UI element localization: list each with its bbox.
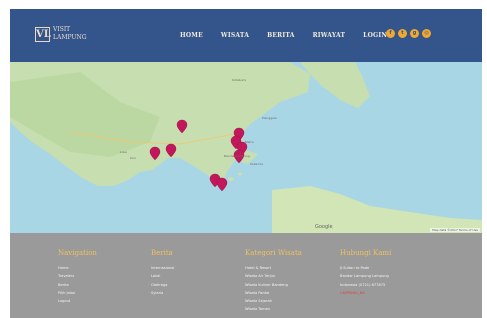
footer-column-berita: Berita Internasional Lokal Olahraga Syia…: [151, 249, 174, 297]
social-links: f t g ◎: [386, 29, 434, 38]
map-label: Metro: [245, 140, 254, 144]
logo-text: VISIT LAMPUNG: [53, 26, 95, 42]
map-label: Kalianda: [250, 162, 263, 166]
map-brand-logo[interactable]: Google: [315, 224, 333, 230]
footer-column-kategori: Kategori Wisata Hotel & Resort Wisata Ai…: [245, 249, 302, 314]
site-footer: Navigation Home Travelers Berita Pilih J…: [10, 233, 482, 318]
nav-riwayat[interactable]: RIWAYAT: [313, 32, 346, 39]
footer-link[interactable]: Logout: [58, 297, 97, 305]
footer-link[interactable]: Wisata Air Terjun: [245, 272, 302, 280]
footer-link[interactable]: Olahraga: [151, 281, 174, 289]
contact-link[interactable]: LAMPUNG_BA: [340, 289, 391, 297]
site-logo[interactable]: VL VISIT LAMPUNG: [35, 26, 95, 46]
footer-link[interactable]: Home: [58, 264, 97, 272]
footer-link[interactable]: Wisata Kuliner Bandeng: [245, 281, 302, 289]
nav-berita[interactable]: BERITA: [267, 32, 294, 39]
map-label: Kotabumi: [232, 78, 247, 82]
footer-column-title: Hubungi Kami: [340, 249, 392, 257]
map-canvas: [10, 62, 482, 233]
footer-column-title: Kategori Wisata: [245, 249, 302, 257]
map-attribution[interactable]: Map data ©2017 Terms of Use: [430, 228, 480, 232]
google-plus-icon[interactable]: g: [410, 29, 419, 38]
footer-column-title: Navigation: [58, 249, 97, 257]
landmass-java: [272, 186, 482, 233]
map-label: Bandar Lampung: [224, 154, 250, 158]
map-label: Krui: [130, 156, 136, 160]
footer-link[interactable]: Syiaria: [151, 289, 174, 297]
footer-link[interactable]: Wisata Taman: [245, 305, 302, 313]
footer-link[interactable]: Berita: [58, 281, 97, 289]
map-label: Menggala: [262, 116, 277, 120]
twitter-icon[interactable]: t: [398, 29, 407, 38]
footer-column-contact: Hubungi Kami Jl.Sultan to Pade Bandar La…: [340, 249, 391, 297]
instagram-icon[interactable]: ◎: [422, 29, 431, 38]
site-header: VL VISIT LAMPUNG HOME WISATA BERITA RIWA…: [10, 9, 482, 62]
main-nav: HOME WISATA BERITA RIWAYAT LOGIN: [180, 32, 405, 39]
footer-column-title: Berita: [151, 249, 173, 257]
island-small-1: [228, 177, 234, 181]
facebook-icon[interactable]: f: [386, 29, 395, 38]
footer-link[interactable]: Lokal: [151, 272, 174, 280]
map-label: Liwa: [120, 150, 127, 154]
footer-link[interactable]: Wisata Sejarah: [245, 297, 302, 305]
contact-phone: Indonesia (0721) 877875: [340, 282, 386, 287]
landmass-bangka: [300, 62, 370, 108]
logo-line-2: LAMPUNG: [53, 34, 87, 41]
logo-line-1: VISIT: [53, 26, 71, 33]
nav-login[interactable]: LOGIN: [363, 32, 387, 39]
contact-city: Bandar Lampung Lampung: [340, 274, 389, 279]
footer-link[interactable]: Wisata Pantai: [245, 289, 302, 297]
footer-link[interactable]: Internasional: [151, 264, 174, 272]
footer-link[interactable]: Hotel & Resort: [245, 264, 302, 272]
nav-home[interactable]: HOME: [180, 32, 203, 39]
nav-wisata[interactable]: WISATA: [221, 32, 249, 39]
location-map[interactable]: Kotabumi Menggala Liwa Krui Metro Bandar…: [10, 62, 482, 233]
logo-mark: VL: [35, 27, 51, 42]
footer-link[interactable]: Travelers: [58, 272, 97, 280]
map-marker: [216, 177, 228, 192]
contact-address: Jl.Sultan to Pade: [340, 266, 370, 270]
footer-link[interactable]: Pilih Jalan: [58, 289, 97, 297]
footer-column-navigation: Navigation Home Travelers Berita Pilih J…: [58, 249, 97, 305]
island-small-2: [238, 172, 242, 176]
